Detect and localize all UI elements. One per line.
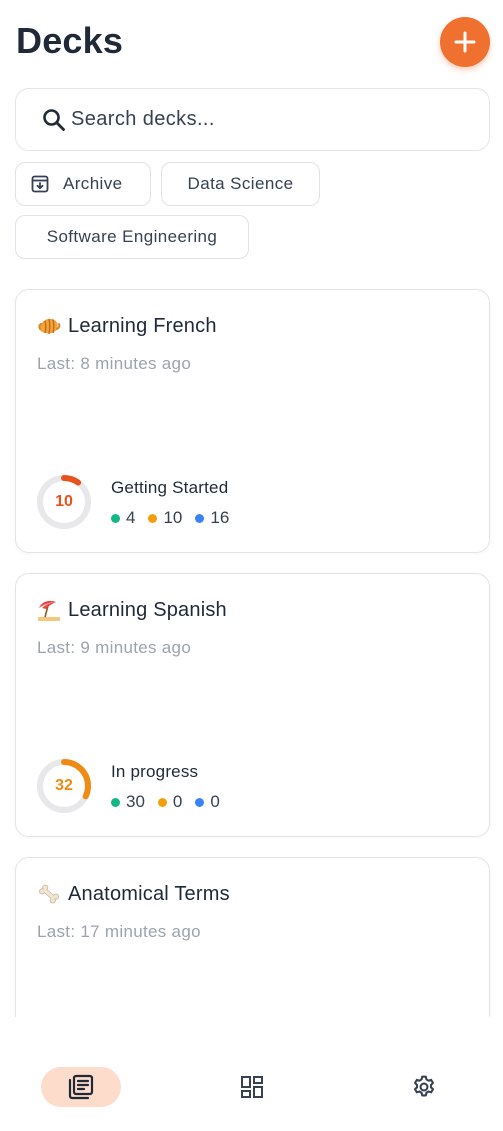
review-count: 16 <box>195 508 229 528</box>
learning-dot-icon <box>148 513 158 523</box>
nav-settings[interactable] <box>404 1067 444 1107</box>
search-icon <box>43 109 65 131</box>
nav-decks[interactable] <box>41 1067 121 1107</box>
new-count: 30 <box>111 792 145 812</box>
search-box[interactable] <box>15 88 490 151</box>
card-counts: 4 10 16 <box>111 508 242 528</box>
header: Decks <box>0 0 503 84</box>
deck-title-row: Learning Spanish <box>37 598 227 622</box>
review-count: 0 <box>195 792 220 812</box>
dashboard-grid-icon <box>241 1076 263 1098</box>
review-dot-icon <box>195 797 205 807</box>
review-count-value: 16 <box>210 508 230 527</box>
gear-icon <box>413 1075 435 1097</box>
archive-icon <box>31 175 49 193</box>
learning-count: 10 <box>148 508 182 528</box>
new-dot-icon <box>111 797 120 807</box>
new-count: 4 <box>111 508 135 528</box>
deck-title-row: Anatomical Terms <box>37 882 230 906</box>
chip-archive[interactable]: Archive <box>15 162 151 206</box>
new-dot-icon <box>111 513 120 523</box>
deck-title: Learning Spanish <box>68 598 227 621</box>
new-count-value: 4 <box>126 508 136 527</box>
learning-count-value: 0 <box>172 792 183 811</box>
bottom-navigation <box>0 1017 503 1131</box>
add-deck-button[interactable] <box>440 17 490 67</box>
new-count-value: 30 <box>126 792 145 811</box>
deck-status: Getting Started <box>111 478 229 497</box>
chip-data-science-label: Data Science <box>187 174 294 193</box>
card-counts: 30 0 0 <box>111 792 233 812</box>
chip-software-engineering[interactable]: Software Engineering <box>15 215 249 259</box>
bone-icon <box>37 882 61 906</box>
chip-data-science[interactable]: Data Science <box>161 162 320 206</box>
deck-title: Anatomical Terms <box>68 882 230 905</box>
deck-card-learning-french[interactable]: Learning French Last: 8 minutes ago 10 G… <box>15 289 490 553</box>
deck-last-studied: Last: 17 minutes ago <box>37 922 201 941</box>
review-dot-icon <box>195 513 205 523</box>
deck-status: In progress <box>111 762 199 781</box>
croissant-icon <box>37 314 61 338</box>
plus-icon <box>454 31 476 53</box>
deck-card-learning-spanish[interactable]: Learning Spanish Last: 9 minutes ago 32 … <box>15 573 490 837</box>
nav-dashboard[interactable] <box>232 1067 272 1107</box>
learning-count: 0 <box>157 792 183 812</box>
learning-dot-icon <box>157 797 167 807</box>
progress-value: 32 <box>55 777 73 794</box>
decks-icon <box>68 1074 94 1100</box>
search-input[interactable] <box>71 89 471 150</box>
progress-value: 10 <box>55 493 73 510</box>
deck-title-row: Learning French <box>37 314 217 338</box>
chip-archive-label: Archive <box>63 174 123 193</box>
deck-title: Learning French <box>68 314 217 337</box>
beach-umbrella-icon <box>37 598 61 622</box>
learning-count-value: 10 <box>163 508 183 527</box>
deck-last-studied: Last: 8 minutes ago <box>37 354 192 373</box>
deck-last-studied: Last: 9 minutes ago <box>37 638 192 657</box>
chip-software-engineering-label: Software Engineering <box>46 227 218 246</box>
review-count-value: 0 <box>210 792 220 811</box>
page-title: Decks <box>16 20 124 61</box>
